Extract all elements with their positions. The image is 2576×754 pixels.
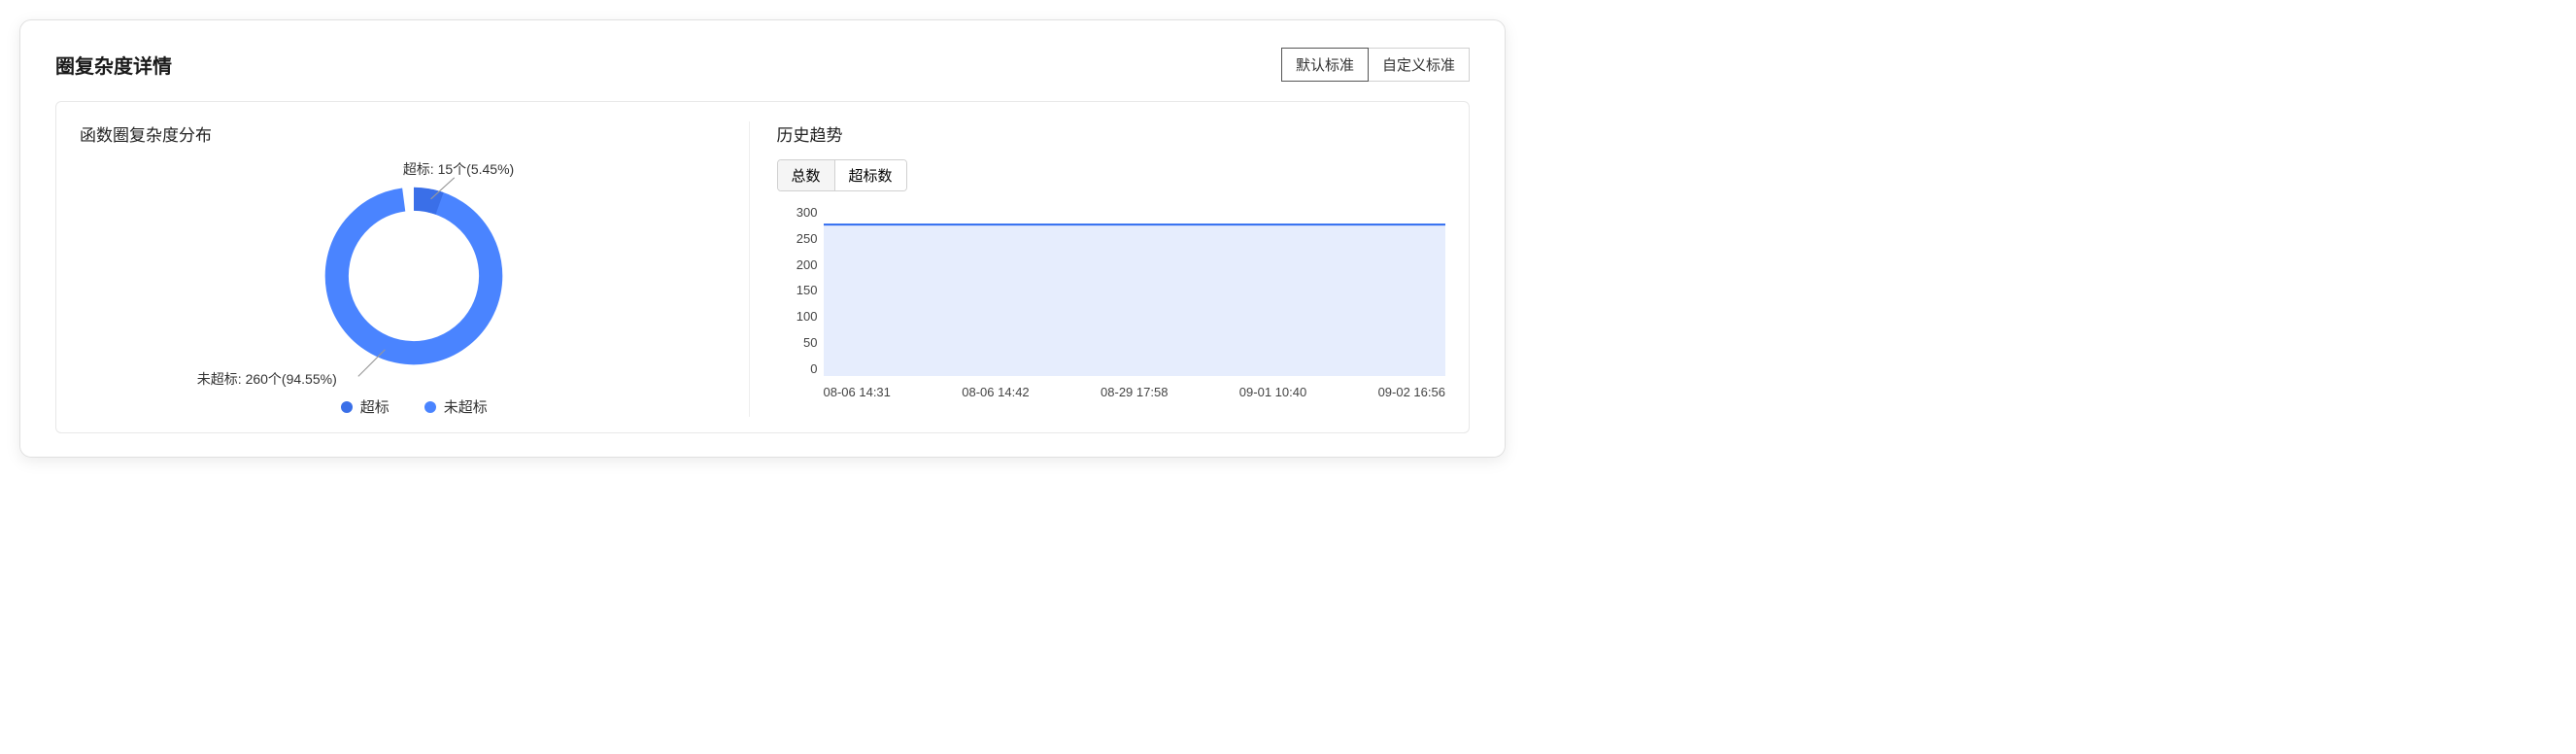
panel-trend: 历史趋势 总数 超标数 300 250 200 150 100 50 0 08-06 14:… [749, 121, 1446, 417]
trend-tab-over[interactable]: 超标数 [834, 160, 906, 190]
y-tick: 250 [777, 231, 818, 246]
y-tick: 100 [777, 309, 818, 324]
tab-default-standard[interactable]: 默认标准 [1281, 48, 1369, 82]
card-title: 圈复杂度详情 [55, 51, 172, 79]
x-tick: 09-02 16:56 [1378, 385, 1445, 399]
x-tick: 09-01 10:40 [1239, 385, 1306, 399]
y-tick: 300 [777, 205, 818, 220]
distribution-title: 函数圈复杂度分布 [80, 121, 749, 146]
donut-legend: 超标 未超标 [80, 396, 749, 417]
content-row: 函数圈复杂度分布 超标: 15个(5.45%) 未超标: 260个(94.55%… [55, 101, 1470, 433]
legend-item-over: 超标 [341, 396, 390, 417]
tab-custom-standard[interactable]: 自定义标准 [1369, 48, 1470, 82]
trend-x-axis: 08-06 14:31 08-06 14:42 08-29 17:58 09-01 1… [824, 385, 1446, 399]
trend-tabs: 总数 超标数 [777, 159, 907, 191]
trend-plot-svg [824, 211, 1446, 376]
y-tick: 0 [777, 361, 818, 376]
x-tick: 08-29 17:58 [1101, 385, 1168, 399]
trend-plot [824, 211, 1446, 376]
y-tick: 150 [777, 283, 818, 297]
legend-label-under: 未超标 [444, 396, 488, 417]
legend-swatch-under [424, 401, 436, 413]
trend-title: 历史趋势 [777, 121, 1446, 146]
x-tick: 08-06 14:42 [962, 385, 1029, 399]
complexity-card: 圈复杂度详情 默认标准 自定义标准 函数圈复杂度分布 超标: 15个(5.45%… [19, 19, 1506, 458]
y-tick: 200 [777, 257, 818, 272]
legend-swatch-over [341, 401, 353, 413]
trend-tab-total[interactable]: 总数 [778, 160, 834, 190]
donut-label-over: 超标: 15个(5.45%) [403, 159, 514, 179]
legend-label-over: 超标 [360, 396, 390, 417]
trend-y-axis: 300 250 200 150 100 50 0 [777, 205, 818, 376]
legend-item-under: 未超标 [424, 396, 488, 417]
donut-chart: 超标: 15个(5.45%) 未超标: 260个(94.55%) [80, 159, 749, 393]
panel-distribution: 函数圈复杂度分布 超标: 15个(5.45%) 未超标: 260个(94.55%… [80, 121, 749, 417]
donut-label-under: 未超标: 260个(94.55%) [197, 369, 337, 389]
x-tick: 08-06 14:31 [824, 385, 891, 399]
trend-chart: 300 250 200 150 100 50 0 08-06 14:31 08-06 14:4… [777, 205, 1446, 399]
y-tick: 50 [777, 335, 818, 350]
donut-svg [307, 169, 521, 383]
standard-tabs: 默认标准 自定义标准 [1281, 48, 1470, 82]
card-header: 圈复杂度详情 默认标准 自定义标准 [55, 48, 1470, 82]
